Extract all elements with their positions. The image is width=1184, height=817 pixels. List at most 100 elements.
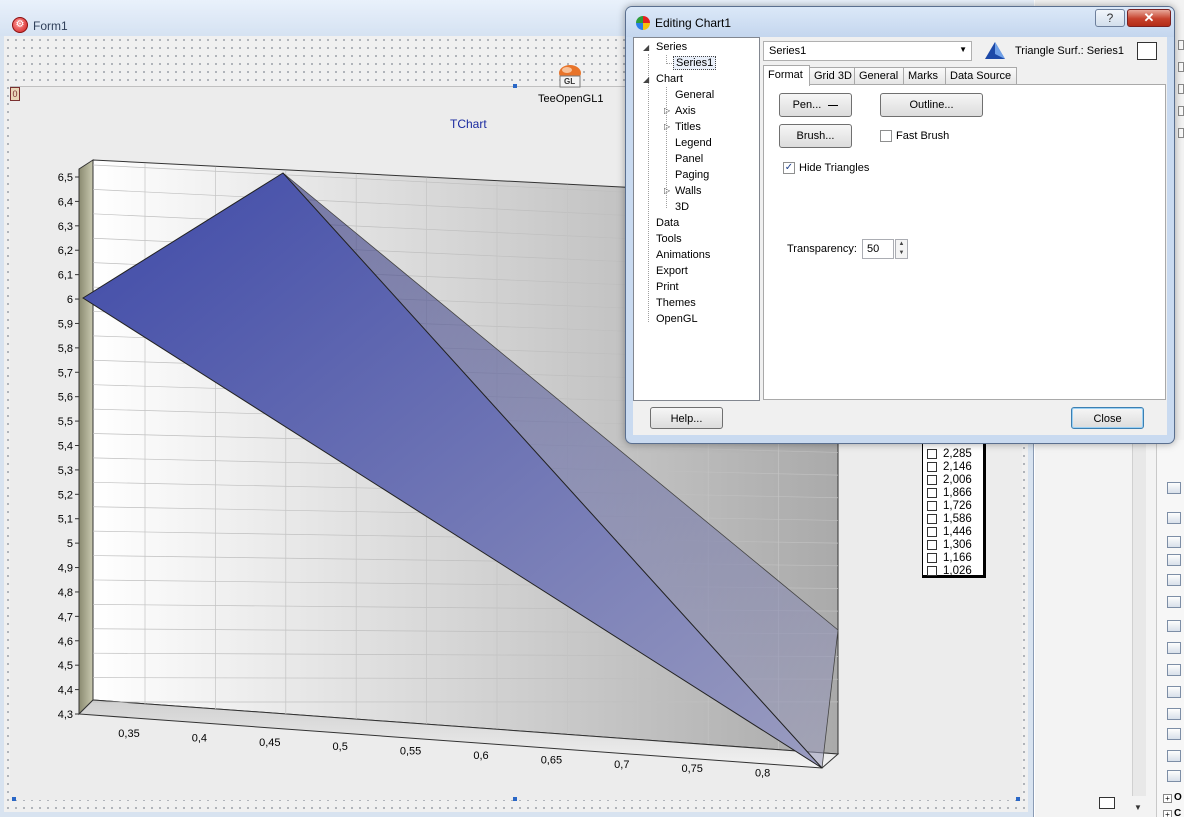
series-color-button[interactable] [1137, 42, 1157, 60]
hide-triangles-check-box[interactable]: ✓ [783, 162, 795, 174]
expand-arrow-icon[interactable]: ▷ [664, 122, 670, 131]
legend-item[interactable]: 1,586 [927, 512, 972, 525]
palette-opengl-icon[interactable] [1167, 770, 1181, 782]
legend-checkbox[interactable] [927, 539, 937, 550]
legend-checkbox[interactable] [927, 565, 937, 576]
ide-mini-icon[interactable] [1178, 84, 1184, 94]
tab-marks[interactable]: Marks [903, 67, 946, 85]
fast-brush-checkbox[interactable]: Fast Brush [880, 130, 949, 142]
legend-checkbox[interactable] [927, 513, 937, 524]
palette-tool-icon[interactable] [1167, 554, 1181, 566]
selection-handle[interactable] [12, 797, 16, 801]
expand-arrow-icon[interactable]: ▷ [664, 186, 670, 195]
tree-item-print[interactable]: Print [656, 281, 679, 293]
tree-item-3d[interactable]: 3D [675, 201, 689, 213]
legend-item[interactable]: 1,446 [927, 525, 972, 538]
palette-map-icon[interactable] [1167, 728, 1181, 740]
ide-mini-icon[interactable] [1178, 128, 1184, 138]
ide-mini-icon[interactable] [1178, 106, 1184, 116]
legend-item[interactable]: 1,166 [927, 551, 972, 564]
series-select[interactable]: Series1 ▼ [763, 41, 972, 61]
ide-scrollbar[interactable] [1132, 440, 1146, 796]
legend-checkbox[interactable] [927, 552, 937, 563]
close-button[interactable]: Close [1071, 407, 1144, 429]
tree-item-themes[interactable]: Themes [656, 297, 696, 309]
collapse-arrow-icon[interactable]: ◢ [643, 75, 649, 84]
tree-item-general[interactable]: General [675, 89, 714, 101]
x-tick-label: 0,6 [473, 750, 488, 762]
legend-item[interactable]: 2,146 [927, 460, 972, 473]
tree-item-series1[interactable]: Series1 [673, 56, 717, 70]
legend-checkbox[interactable] [927, 448, 937, 459]
tree-item-panel[interactable]: Panel [675, 153, 703, 165]
tree-item-titles[interactable]: Titles [675, 121, 701, 133]
expand-icon[interactable]: + [1163, 794, 1172, 803]
pen-button[interactable]: Pen... [779, 93, 852, 117]
expand-icon[interactable]: + [1163, 810, 1172, 817]
tree-item-data[interactable]: Data [656, 217, 679, 229]
palette-binoculars-icon[interactable] [1167, 512, 1181, 524]
tab-data-source[interactable]: Data Source [945, 67, 1017, 85]
legend-checkbox[interactable] [927, 526, 937, 537]
y-tick-label: 5,5 [58, 416, 73, 428]
tab-format[interactable]: Format [763, 65, 810, 86]
palette-chart-icon[interactable] [1167, 686, 1181, 698]
tree-item-export[interactable]: Export [656, 265, 688, 277]
dialog-titlebar[interactable]: Editing Chart1 ? ✕ [626, 7, 1174, 37]
ide-mini-icon[interactable] [1178, 62, 1184, 72]
dialog-close-x-button[interactable]: ✕ [1127, 9, 1171, 27]
palette-tool-icon[interactable] [1167, 620, 1181, 632]
legend-checkbox[interactable] [927, 461, 937, 472]
legend-checkbox[interactable] [927, 487, 937, 498]
editor-tree[interactable]: ◢ Series Series1 ◢ Chart General ▷ Axis … [633, 37, 760, 401]
legend-item[interactable]: 2,006 [927, 473, 972, 486]
legend-item[interactable]: 1,306 [927, 538, 972, 551]
palette-tool-icon[interactable] [1167, 750, 1181, 762]
ide-dropdown-arrow-icon[interactable]: ▼ [1134, 803, 1142, 812]
palette-tool-icon[interactable] [1167, 536, 1181, 548]
tab-general[interactable]: General [854, 67, 904, 85]
ide-mini-icon[interactable] [1178, 40, 1184, 50]
fast-brush-check-box[interactable] [880, 130, 892, 142]
help-button[interactable]: Help... [650, 407, 723, 429]
tool-palette[interactable]: + O + C [1156, 440, 1184, 817]
tree-item-axis[interactable]: Axis [675, 105, 696, 117]
dropdown-arrow-icon[interactable]: ▼ [959, 45, 967, 54]
chart-legend[interactable]: 2,285 2,146 2,006 1,866 1,726 1,586 1,446 1,306… [922, 434, 986, 578]
legend-item[interactable]: 2,285 [927, 447, 972, 460]
brush-button[interactable]: Brush... [779, 124, 852, 148]
tree-item-opengl[interactable]: OpenGL [656, 313, 698, 325]
palette-chart-icon[interactable] [1167, 596, 1181, 608]
palette-tool-icon[interactable] [1167, 574, 1181, 586]
palette-tool-icon[interactable] [1167, 708, 1181, 720]
legend-item[interactable]: 1,726 [927, 499, 972, 512]
x-tick-label: 0,7 [614, 759, 629, 771]
tree-item-legend[interactable]: Legend [675, 137, 712, 149]
collapse-arrow-icon[interactable]: ◢ [643, 43, 649, 52]
selection-handle[interactable] [513, 797, 517, 801]
y-tick-label: 4,9 [58, 563, 73, 575]
expand-arrow-icon[interactable]: ▷ [664, 106, 670, 115]
tree-item-walls[interactable]: Walls [675, 185, 701, 197]
transparency-spinner[interactable]: ▲ ▼ [895, 239, 908, 259]
palette-tool-icon[interactable] [1167, 482, 1181, 494]
legend-checkbox[interactable] [927, 474, 937, 485]
hide-triangles-checkbox[interactable]: ✓ Hide Triangles [783, 162, 869, 174]
selection-handle[interactable] [1016, 797, 1020, 801]
ide-small-button[interactable] [1099, 797, 1115, 809]
transparency-input[interactable]: 50 [862, 239, 894, 259]
palette-tool-icon[interactable] [1167, 642, 1181, 654]
tree-item-tools[interactable]: Tools [656, 233, 682, 245]
palette-tool-icon[interactable] [1167, 664, 1181, 676]
legend-checkbox[interactable] [927, 500, 937, 511]
tree-item-series[interactable]: Series [656, 41, 687, 53]
legend-item[interactable]: 1,026 [927, 564, 972, 577]
outline-button[interactable]: Outline... [880, 93, 983, 117]
tab-grid-3d[interactable]: Grid 3D [809, 67, 855, 85]
tree-item-animations[interactable]: Animations [656, 249, 710, 261]
legend-item[interactable]: 1,866 [927, 486, 972, 499]
dialog-help-icon-button[interactable]: ? [1095, 9, 1125, 27]
tree-item-chart[interactable]: Chart [656, 73, 683, 85]
selection-handle[interactable] [513, 84, 517, 88]
tree-item-paging[interactable]: Paging [675, 169, 709, 181]
